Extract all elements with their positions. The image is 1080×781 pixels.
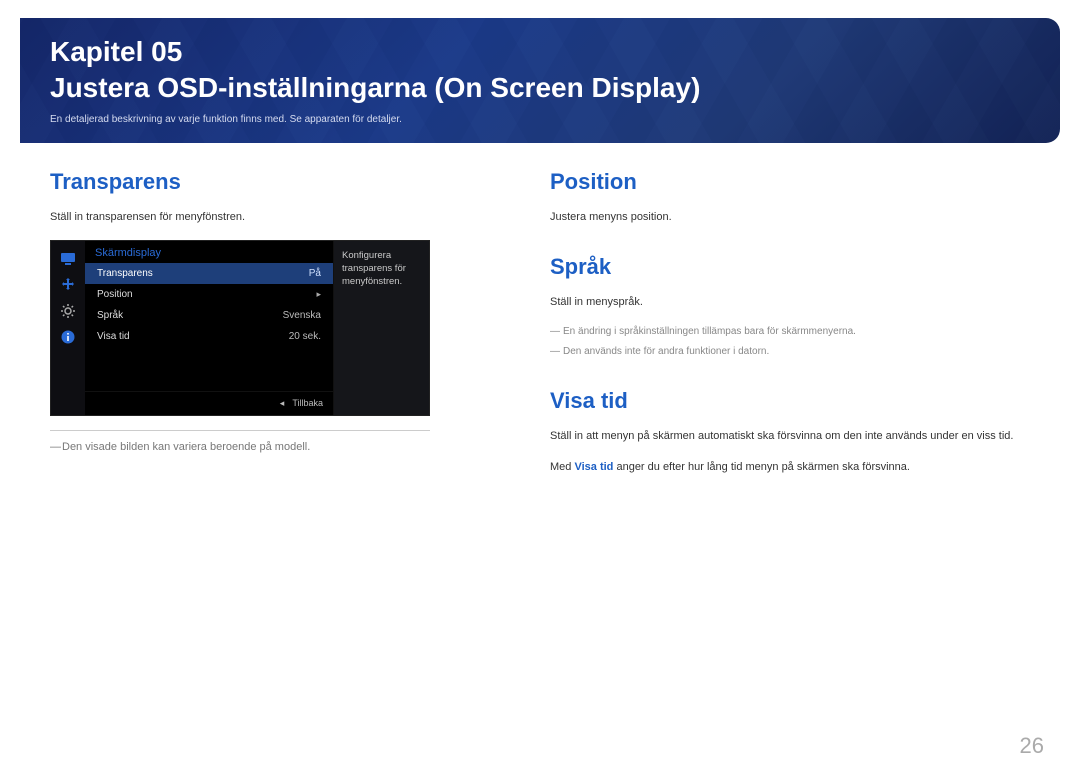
info-icon [58,327,78,347]
osd-row-value: 20 sek. [289,331,321,342]
position-desc: Justera menyns position. [550,209,1030,226]
left-column: Transparens Ställ in transparensen för m… [50,169,490,503]
osd-row-value: Svenska [283,310,321,321]
osd-row-value: På [309,268,321,279]
chevron-left-icon: ◂ [280,398,285,409]
chapter-label: Kapitel 05 [50,36,1030,68]
osd-footer: ◂ Tillbaka [85,391,333,415]
osd-row-label: Transparens [97,268,153,279]
section-heading-position: Position [550,169,1030,195]
page-title: Justera OSD-inställningarna (On Screen D… [50,72,1030,104]
osd-side-tip: Konfigurera transparens för menyfönstren… [333,241,429,415]
osd-row-label: Språk [97,310,123,321]
osd-main-panel: Skärmdisplay Transparens På Position ▸ S… [85,241,333,415]
osd-icon-rail [51,241,85,415]
osd-row-visatid[interactable]: Visa tid 20 sek. [85,326,333,347]
gear-icon [58,301,78,321]
osd-header: Skärmdisplay [85,241,333,263]
monitor-icon [58,249,78,269]
content-area: Transparens Ställ in transparensen för m… [0,143,1080,503]
osd-row-label: Position [97,289,133,300]
sprak-desc: Ställ in menyspråk. [550,294,1030,311]
osd-row-transparens[interactable]: Transparens På [85,263,333,284]
visatid-desc1: Ställ in att menyn på skärmen automatisk… [550,428,1030,445]
chapter-banner: Kapitel 05 Justera OSD-inställningarna (… [20,18,1060,143]
transparens-desc: Ställ in transparensen för menyfönstren. [50,209,490,226]
osd-back-label[interactable]: Tillbaka [292,398,323,408]
osd-row-label: Visa tid [97,331,130,342]
visatid-desc2: Med Visa tid anger du efter hur lång tid… [550,459,1030,476]
osd-row-sprak[interactable]: Språk Svenska [85,305,333,326]
osd-screenshot: Skärmdisplay Transparens På Position ▸ S… [50,240,430,416]
visatid-emph: Visa tid [574,461,613,473]
section-heading-sprak: Språk [550,254,1030,280]
section-heading-visatid: Visa tid [550,388,1030,414]
osd-row-position[interactable]: Position ▸ [85,284,333,305]
move-icon [58,275,78,295]
sprak-hint2: ―Den används inte för andra funktioner i… [550,344,1030,360]
section-sprak: Språk Ställ in menyspråk. ―En ändring i … [550,254,1030,361]
section-position: Position Justera menyns position. [550,169,1030,226]
separator [50,430,430,431]
footnote: ―Den visade bilden kan variera beroende … [50,439,490,456]
page-number: 26 [1020,733,1044,759]
page-subtitle: En detaljerad beskrivning av varje funkt… [50,114,1030,125]
section-visatid: Visa tid Ställ in att menyn på skärmen a… [550,388,1030,475]
section-heading-transparens: Transparens [50,169,490,195]
right-column: Position Justera menyns position. Språk … [550,169,1030,503]
chevron-right-icon: ▸ [316,289,321,300]
sprak-hint1: ―En ändring i språkinställningen tillämp… [550,324,1030,340]
